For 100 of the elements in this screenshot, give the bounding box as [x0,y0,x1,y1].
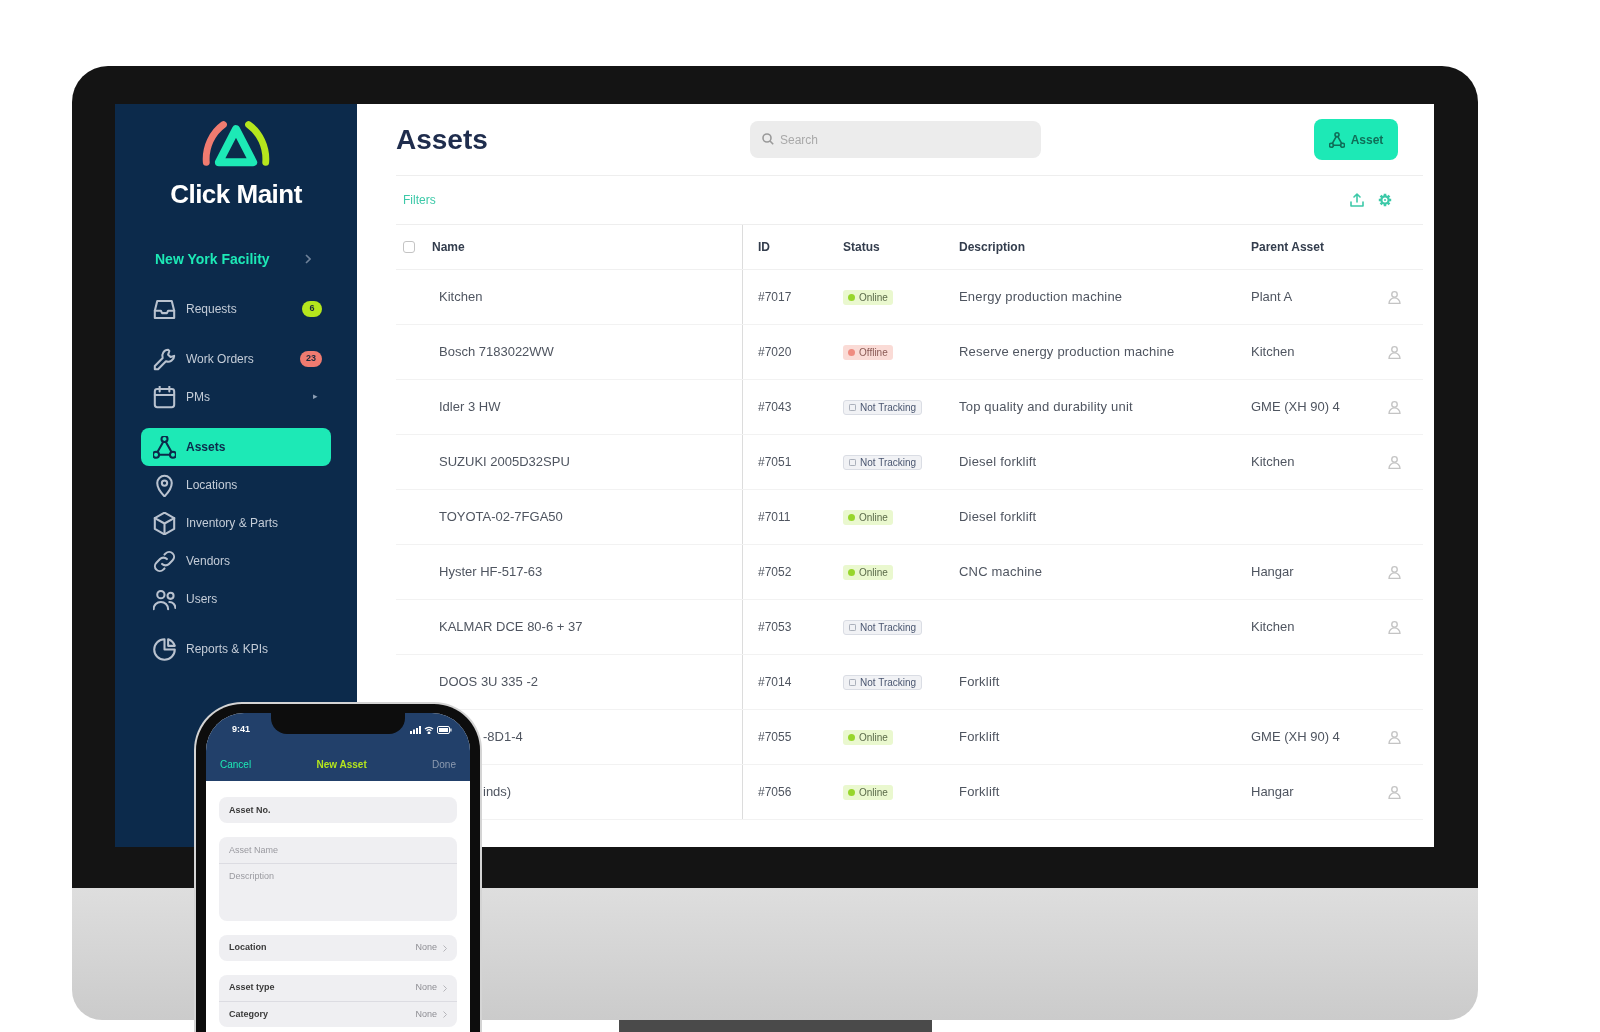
table-cell-text: Idler 3 HW [439,398,501,417]
status-square-icon [849,678,856,686]
status-label: Not Tracking [860,400,917,415]
status-dot-icon [848,513,855,521]
input-field[interactable]: Asset Name [219,837,457,863]
nav-item[interactable]: Reports & KPIs [141,630,331,668]
table-cell-text: #7056 [758,784,792,801]
table-cell-text: Hangar [1251,563,1294,582]
table-cell-text: CNC machine [959,563,1043,582]
nav-item[interactable]: Assets [141,428,331,466]
nav-item[interactable]: PMs ▸ [141,378,331,416]
calendar-icon [153,385,176,409]
pie-chart-icon [153,637,176,661]
table-cell-text: #7053 [758,619,792,636]
link-icon [153,549,176,573]
nav-item[interactable]: Users [141,580,331,618]
table-cell-text: #7017 [758,289,792,306]
page-title: Assets [396,122,489,157]
description-field[interactable]: Description [219,863,457,921]
table-cell-text: Energy production machine [959,288,1123,307]
signal-icon [410,726,421,734]
caret-icon: ▸ [313,390,318,404]
map-pin-icon [153,473,176,497]
status-square-icon [849,403,856,411]
inbox-icon [153,297,176,321]
table-cell-text: SUZUKI 2005D32SPU [439,453,570,472]
table-cell-text: DOOS 3U 335 -2 [439,673,538,692]
box-icon [153,511,176,535]
status-label: Online [859,565,888,580]
chevron-right-icon [443,984,447,992]
person-icon[interactable] [1387,455,1401,469]
nav-item[interactable]: Locations [141,466,331,504]
nav-item[interactable]: Vendors [141,542,331,580]
table-cell-text: inds) [483,783,512,802]
table-cell-text: #7020 [758,344,792,361]
facility-selector[interactable]: New York Facility [115,244,357,274]
table-cell-text: Kitchen [439,288,483,307]
table-cell-text: Forklift [959,728,1000,747]
table-cell-text: #7014 [758,674,792,691]
column-header: Status [843,239,880,256]
table-cell-text: Hangar [1251,783,1294,802]
notification-count: 23 [300,351,322,367]
status-dot-icon [848,293,855,301]
status-label: Offline [859,345,888,360]
battery-icon [437,726,452,734]
person-icon[interactable] [1387,565,1401,579]
nav-item[interactable]: Inventory & Parts [141,504,331,542]
nav-item[interactable]: Requests 6 [141,290,331,328]
status-label: Not Tracking [860,455,917,470]
table-cell-text: Forklift [959,783,1000,802]
notification-count: 6 [302,301,322,317]
table-cell-text: Diesel forklift [959,453,1037,472]
table-cell-text: Hyster HF-517-63 [439,563,543,582]
person-icon[interactable] [1387,400,1401,414]
status-label: Online [859,290,888,305]
table-cell-text: Diesel forklift [959,508,1037,527]
logo-text: Click Maint [170,178,302,210]
search-field[interactable]: Search [750,121,1041,158]
table-cell-text: KALMAR DCE 80-6 + 37 [439,618,583,637]
status-label: Online [859,510,888,525]
cancel-button[interactable]: Cancel [220,756,252,772]
person-icon[interactable] [1387,345,1401,359]
wrench-icon [153,347,176,371]
chevron-right-icon [443,944,447,952]
wifi-icon [424,726,434,734]
column-header: Description [959,239,1025,256]
status-label: Not Tracking [860,620,917,635]
column-header: Parent Asset [1251,239,1324,256]
add-asset-button[interactable]: Asset [1314,119,1398,160]
screen-title: New Asset [316,757,367,772]
table-cell-text: TOYOTA-02-7FGA50 [439,508,563,527]
status-dot-icon [848,348,855,356]
upload-icon[interactable] [1350,193,1364,207]
status-square-icon [849,458,856,466]
table-cell-text: Plant A [1251,288,1293,307]
nav-item[interactable]: Work Orders 23 [141,340,331,378]
done-button[interactable]: Done [432,756,456,772]
status-square-icon [849,623,856,631]
person-icon[interactable] [1387,785,1401,799]
person-icon[interactable] [1387,620,1401,634]
status-dot-icon [848,733,855,741]
status-dot-icon [848,568,855,576]
chevron-right-icon [443,1011,447,1018]
users-icon [153,587,176,611]
nodes-icon [153,435,176,459]
picker-row[interactable]: Asset type None [219,975,457,1001]
table-cell-text: #7055 [758,729,792,746]
table-cell-text: Bosch 7183022WW [439,343,554,362]
picker-row[interactable]: Location None [219,935,457,961]
checkbox[interactable] [403,241,415,253]
input-field[interactable]: Asset No. [219,797,457,823]
table-cell-text: #7011 [758,509,791,526]
table-cell-text: Reserve energy production machine [959,343,1175,362]
nodes-icon [1328,131,1345,148]
person-icon[interactable] [1387,730,1401,744]
status-label: Not Tracking [860,675,917,690]
search-icon [762,133,774,145]
person-icon[interactable] [1387,290,1401,304]
settings-icon[interactable] [1378,193,1392,207]
table-cell-text: Kitchen [1251,453,1295,472]
